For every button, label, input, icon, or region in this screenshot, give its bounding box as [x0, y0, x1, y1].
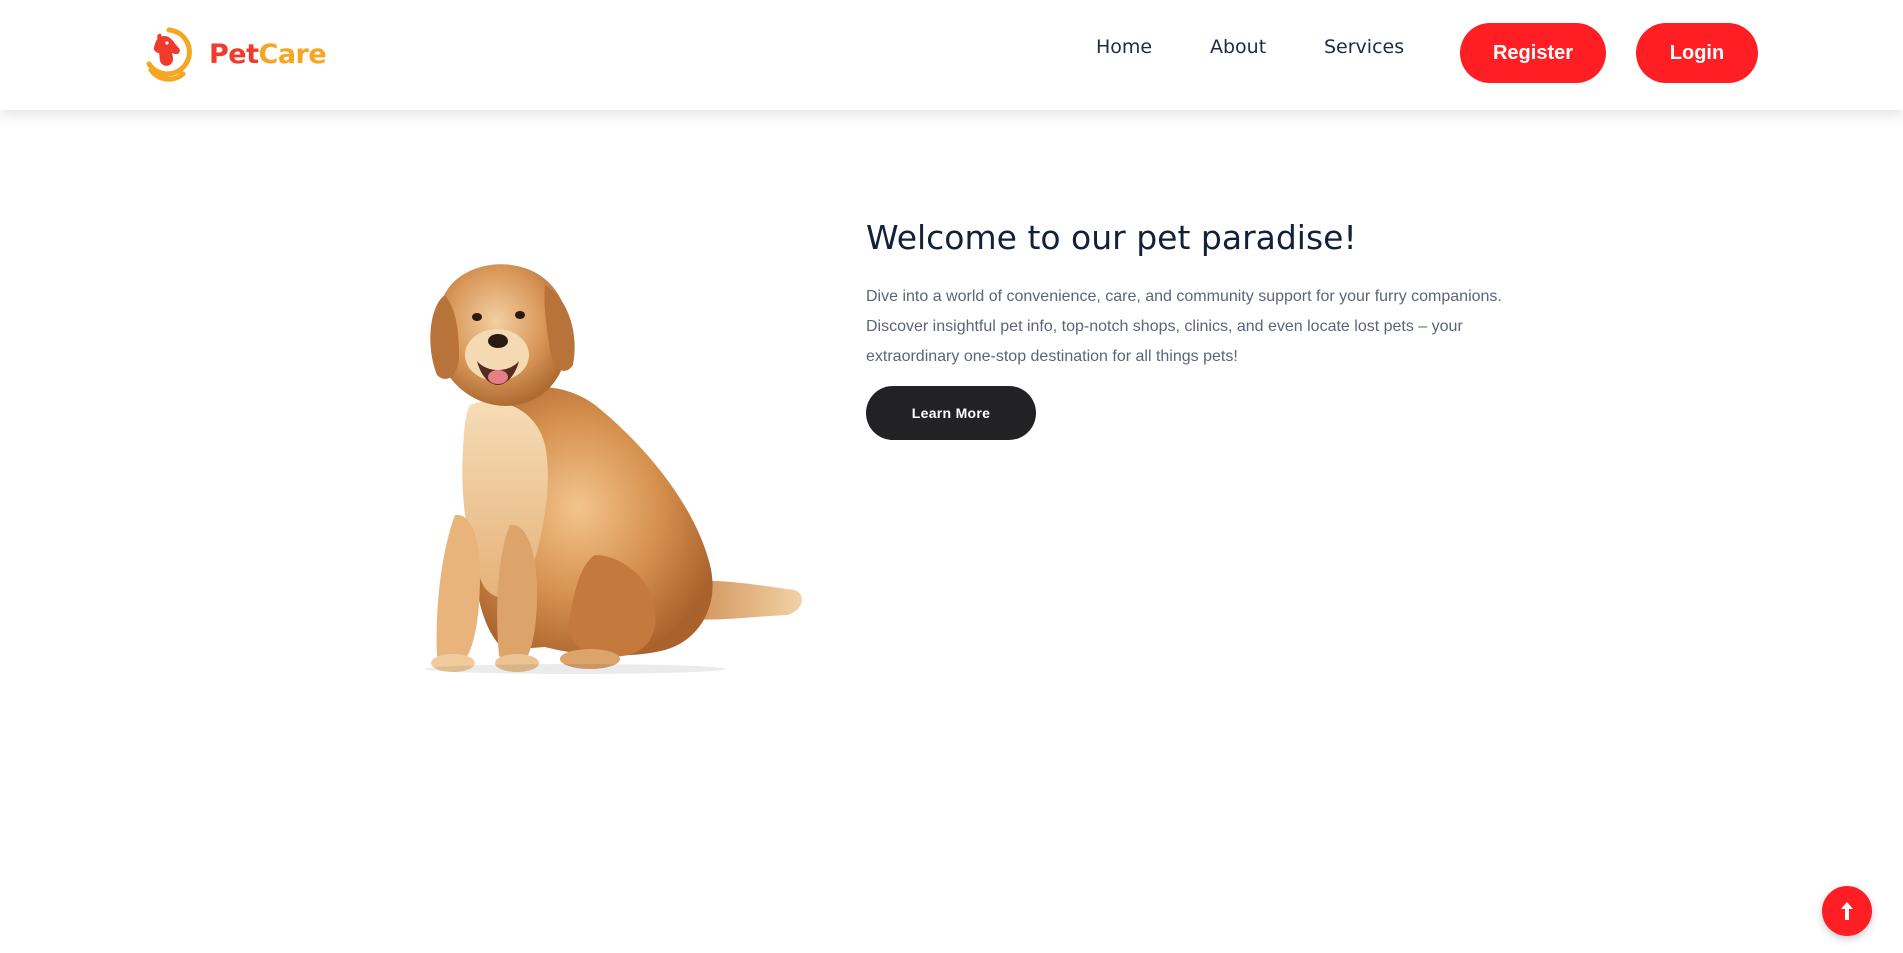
learn-more-button[interactable]: Learn More — [866, 386, 1036, 440]
scroll-to-top-button[interactable] — [1822, 886, 1872, 936]
nav-link-home[interactable]: Home — [1096, 36, 1152, 58]
top-navbar: PetCare Home About Services Register Log… — [0, 0, 1903, 110]
main-nav: Home About Services — [0, 36, 1903, 66]
arrow-up-icon — [1836, 900, 1858, 922]
golden-retriever-image — [425, 255, 810, 675]
login-button[interactable]: Login — [1636, 23, 1758, 83]
hero-title: Welcome to our pet paradise! — [866, 218, 1357, 257]
register-button[interactable]: Register — [1460, 23, 1606, 83]
nav-link-about[interactable]: About — [1210, 36, 1266, 58]
hero-description: Dive into a world of convenience, care, … — [866, 288, 1502, 365]
nav-link-services[interactable]: Services — [1324, 36, 1404, 58]
